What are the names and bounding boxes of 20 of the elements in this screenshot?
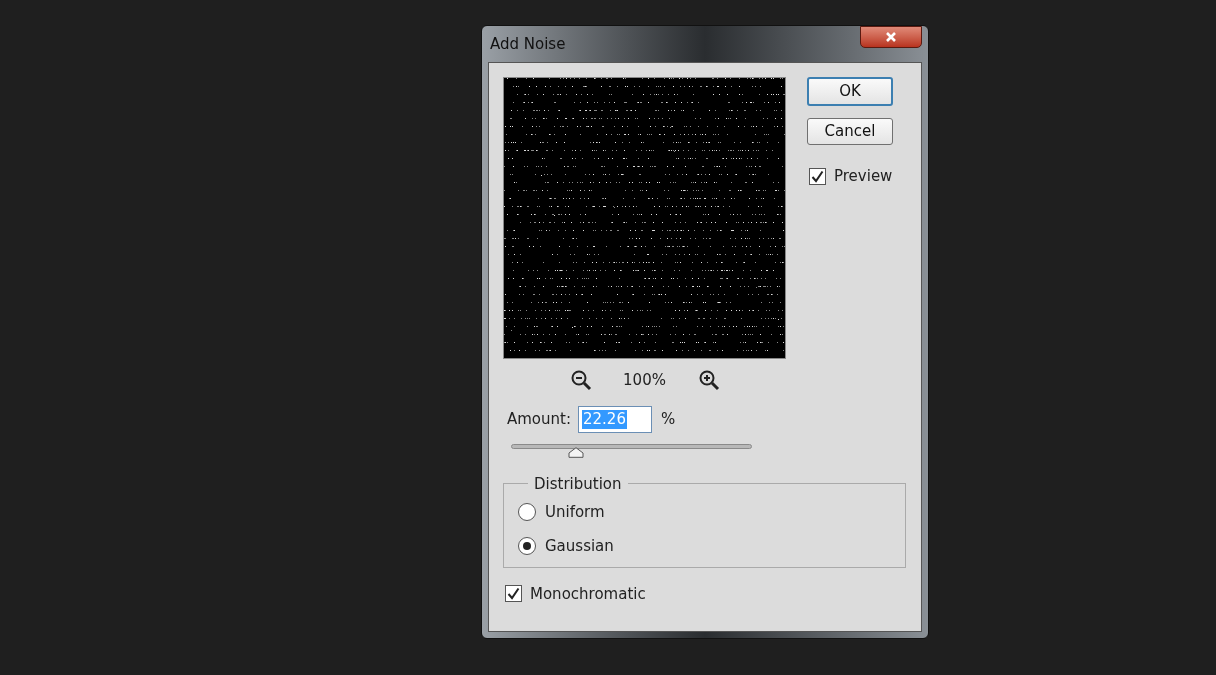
zoom-out-icon[interactable] <box>569 369 592 392</box>
radio-label: Gaussian <box>545 536 614 557</box>
close-icon <box>885 31 897 43</box>
window-title: Add Noise <box>490 33 566 55</box>
monochromatic-label: Monochromatic <box>530 583 646 605</box>
amount-slider[interactable] <box>511 442 752 457</box>
zoom-in-icon[interactable] <box>697 369 720 392</box>
ok-button[interactable]: OK <box>807 77 893 106</box>
close-button[interactable] <box>860 26 922 48</box>
monochromatic-checkbox[interactable] <box>505 585 522 603</box>
zoom-level: 100% <box>622 370 667 391</box>
preview-label: Preview <box>834 166 893 187</box>
amount-label: Amount: <box>507 408 571 430</box>
radio-label: Uniform <box>545 501 605 523</box>
radio-button[interactable] <box>518 537 536 556</box>
percent-unit: % <box>661 408 676 430</box>
slider-thumb[interactable] <box>568 446 585 458</box>
radio-button[interactable] <box>518 502 536 521</box>
preview-checkbox[interactable] <box>809 167 826 185</box>
cancel-button[interactable]: Cancel <box>807 118 893 145</box>
